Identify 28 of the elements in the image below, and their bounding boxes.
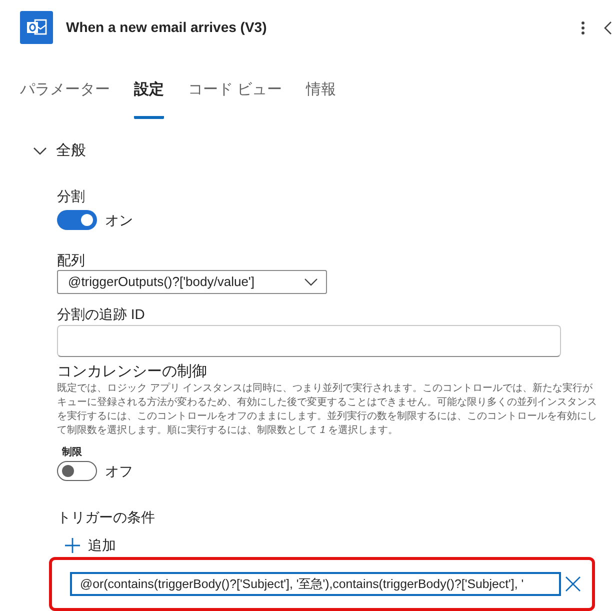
- chevron-left-icon[interactable]: [604, 20, 612, 34]
- outlook-logo-icon: [20, 11, 53, 44]
- chevron-down-icon: [33, 147, 47, 155]
- trigger-title: When a new email arrives (V3): [66, 18, 267, 37]
- field-label: トリガーの条件: [57, 508, 155, 527]
- section-header[interactable]: 全般: [33, 141, 86, 161]
- tab[interactable]: パラメーター: [20, 78, 110, 119]
- toggle-switch[interactable]: [57, 210, 97, 230]
- toggle-state-text: オン: [105, 211, 133, 230]
- tab[interactable]: コード ビュー: [188, 78, 282, 119]
- group-title: コンカレンシーの制御: [57, 362, 207, 382]
- more-options-icon[interactable]: [581, 20, 585, 34]
- close-icon[interactable]: [565, 576, 581, 592]
- tab[interactable]: 設定: [134, 78, 164, 119]
- description-text: 既定では、ロジック アプリ インスタンスは同時に、つまり並列で実行されます。このコントロールでは、新たな実行がキューに登録される方法が変わるため、有効にした後で変更することはできません。可能な限り多くの並列インスタンスを実行するには、このコントロールをオフのままにします。並列実行の数を制限するには、このコントロールを有効にして制限数を選択します。順に実行するには、制限数として 1 を選択します。: [57, 382, 597, 438]
- chevron-down-icon: [304, 278, 318, 286]
- toggle-state-text: オフ: [105, 462, 133, 481]
- field-label: 配列: [57, 251, 85, 270]
- tab[interactable]: 情報: [306, 78, 336, 119]
- toggle-label: 制限: [62, 447, 82, 459]
- condition-input-field[interactable]: @or(contains(triggerBody()?['Subject'], '至急'),contains(triggerBody()?['Subject'], ': [70, 572, 561, 596]
- field-label: 分割の追跡 ID: [57, 305, 145, 324]
- field-label: 分割: [57, 187, 85, 206]
- add-button[interactable]: 追加: [65, 535, 116, 555]
- input-field[interactable]: [57, 325, 561, 357]
- plus-icon: [65, 538, 80, 552]
- toggle-switch[interactable]: [57, 461, 97, 481]
- dropdown-field[interactable]: @triggerOutputs()?['body/value']: [57, 270, 327, 294]
